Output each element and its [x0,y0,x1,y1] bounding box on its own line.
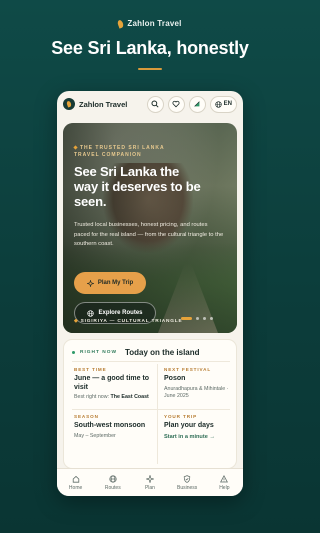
next-festival-label: NEXT FESTIVAL [164,367,212,372]
next-festival-value: Poson [164,375,186,382]
globe-icon [215,100,222,108]
plan-my-trip-button[interactable]: Plan My Trip [74,272,146,294]
divider [72,361,230,362]
best-time-sub-prefix: Best right now: [74,394,110,400]
plan-my-trip-label: Plan My Trip [97,280,134,286]
best-time-label: BEST TIME [74,367,107,372]
app-name: Zahlon Travel [79,99,128,109]
nav-label-home: Home [68,484,83,491]
next-festival-cell: NEXT FESTIVAL Poson Anuradhapura & Mihin… [164,367,240,401]
favorites-button[interactable] [167,95,185,113]
your-trip-value: Plan your days [164,422,214,429]
sparkle-icon [86,279,94,287]
phone-frame: Zahlon Travel EN THE TRUSTED SRI LANKA T… [57,91,243,496]
leaf-icon [66,100,72,108]
right-now-tag: RIGHT NOW [80,350,117,355]
nav-label-plan: Plan [144,484,155,491]
diamond-icon: ◆ [74,319,79,324]
nav-item-home[interactable]: Home [58,475,94,491]
best-time-sub: Best right now: The East Coast [74,394,150,402]
hero-body: Trusted local businesses, honest pricing… [74,222,224,247]
right-now-title: Today on the island [124,348,200,357]
carousel-dot[interactable] [210,317,213,320]
hero-card: THE TRUSTED SRI LANKA TRAVEL COMPANION S… [63,123,237,333]
headline-underline [138,68,162,70]
carousel-dot[interactable] [203,317,206,320]
map-leaf-icon [194,101,200,107]
your-trip-label: YOUR TRIP [164,414,198,419]
your-trip-cell[interactable]: YOUR TRIP Plan your days Start in a minu… [164,414,240,440]
caption-region: CULTURAL TRIANGLE [117,319,183,324]
season-label: SEASON [74,414,99,419]
start-planning-link[interactable]: Start in a minute → [164,434,240,440]
search-icon [151,100,159,108]
nav-item-business[interactable]: Business [169,474,205,491]
season-value: South-west monsoon [74,422,146,429]
search-button[interactable] [146,95,164,113]
nav-item-plan[interactable]: Plan [132,474,168,491]
nav-label-routes: Routes [104,484,121,491]
promo-headline: See Sri Lanka, honestly [51,38,249,58]
carousel-dots [181,317,213,320]
live-dot-icon [72,351,75,354]
nav-label-business: Business [177,484,198,491]
topbar-actions: EN [146,95,237,113]
best-time-cell: BEST TIME June — a good time to visit Be… [74,367,150,402]
hero-title: See Sri Lanka the way it deserves to be … [74,164,201,209]
app-topbar: Zahlon Travel EN [57,91,243,117]
best-time-sub-value: The East Coast [110,394,149,400]
language-code: EN [223,101,232,107]
alert-icon [220,474,229,482]
heart-icon [172,100,180,108]
hero-eyebrow: THE TRUSTED SRI LANKA TRAVEL COMPANION [73,145,170,159]
globe-icon [109,474,117,483]
right-now-card: RIGHT NOW Today on the island BEST TIME … [63,339,237,469]
nav-item-routes[interactable]: Routes [95,474,131,491]
home-icon [72,475,79,483]
globe-icon [87,309,95,317]
hero-caption: ◆ SIGIRIYA — CULTURAL TRIANGLE [74,319,184,324]
nav-item-help[interactable]: Help [206,474,242,491]
shield-icon [183,474,191,483]
nav-label-help: Help [219,484,230,491]
caption-separator: — [109,319,116,324]
language-selector[interactable]: EN [209,95,237,113]
divider [157,364,158,464]
leaf-icon [117,18,125,29]
diamond-icon [73,145,78,150]
carousel-dot-active[interactable] [181,317,192,320]
promo-brand-name: Zahlon Travel [127,19,182,28]
promo-brand: Zahlon Travel [0,18,300,29]
divider [72,409,230,410]
caption-place: SIGIRIYA [80,319,108,324]
carousel-dot[interactable] [196,317,199,320]
map-button[interactable] [188,95,206,113]
next-festival-sub: Anuradhapura & Mihintale · June 2025 [164,385,229,400]
right-now-header: RIGHT NOW Today on the island [72,348,200,357]
explore-routes-label: Explore Routes [98,310,143,316]
bottom-nav: Home Routes Plan Business Help [57,468,243,496]
compass-icon [145,474,154,483]
hero-eyebrow-text: THE TRUSTED SRI LANKA TRAVEL COMPANION [74,145,165,158]
season-sub: May – September [74,432,116,439]
best-time-value: June — a good time to visit [74,375,150,391]
app-logo[interactable] [63,98,75,110]
season-cell: SEASON South-west monsoon May – Septembe… [74,414,150,440]
